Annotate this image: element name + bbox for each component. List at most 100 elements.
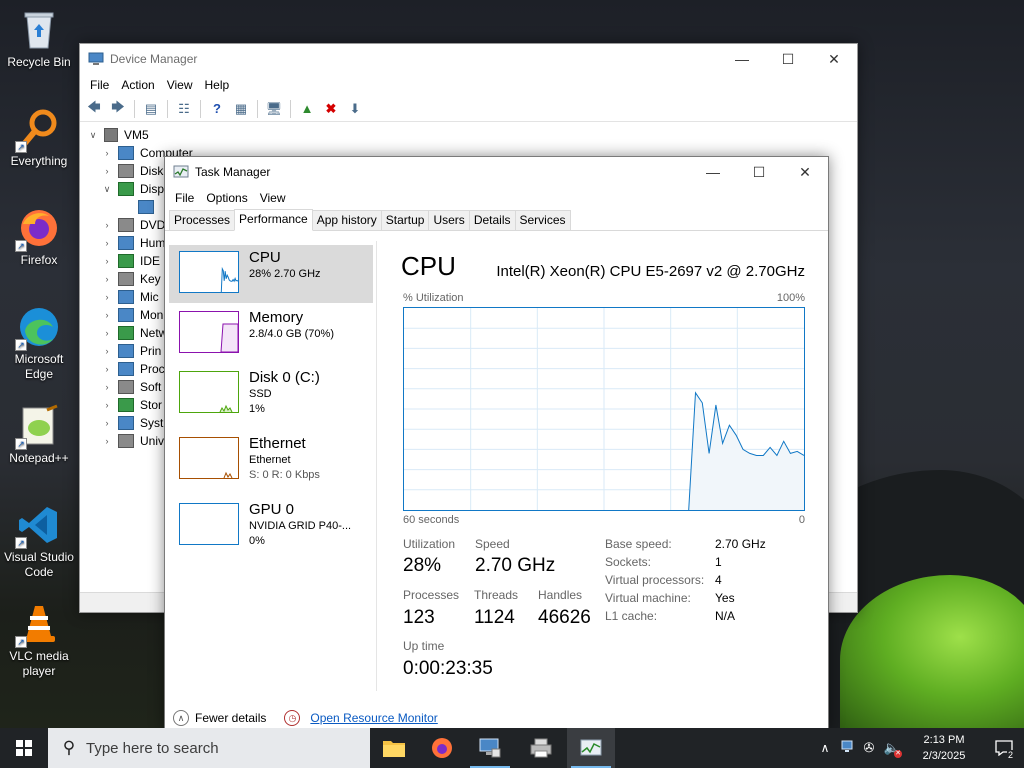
back-arrow-icon[interactable]: 🡄 bbox=[84, 99, 104, 119]
chevron-right-icon[interactable]: › bbox=[100, 310, 114, 320]
taskbar-device-manager[interactable] bbox=[466, 728, 514, 768]
sidebar-item-ethernet[interactable]: Ethernet Ethernet S: 0 R: 0 Kbps bbox=[169, 431, 373, 489]
performance-sidebar: CPU 28% 2.70 GHz Memory 2.8/4.0 GB (70%)… bbox=[165, 241, 377, 691]
desktop-icon-everything[interactable]: ↗ Everything bbox=[0, 107, 78, 169]
title-bar[interactable]: Task Manager — ☐ ✕ bbox=[165, 157, 828, 187]
sidebar-item-memory[interactable]: Memory 2.8/4.0 GB (70%) bbox=[169, 305, 373, 363]
maximize-button[interactable]: ☐ bbox=[765, 44, 811, 74]
desktop-icon-vscode[interactable]: ↗ Visual Studio Code bbox=[0, 503, 78, 580]
chevron-right-icon[interactable]: › bbox=[100, 328, 114, 338]
tab-services[interactable]: Services bbox=[514, 210, 571, 230]
tab-app-history[interactable]: App history bbox=[311, 210, 382, 230]
chevron-right-icon[interactable]: › bbox=[100, 166, 114, 176]
spec-key: Virtual processors: bbox=[605, 573, 705, 587]
tab-users[interactable]: Users bbox=[428, 210, 470, 230]
start-button[interactable] bbox=[0, 728, 48, 768]
chevron-right-icon[interactable]: › bbox=[100, 238, 114, 248]
chevron-right-icon[interactable]: › bbox=[100, 292, 114, 302]
chevron-down-icon[interactable]: ∨ bbox=[86, 130, 100, 141]
chevron-right-icon[interactable]: › bbox=[100, 436, 114, 446]
menu-options[interactable]: Options bbox=[200, 191, 253, 205]
taskbar-task-manager[interactable] bbox=[567, 728, 615, 768]
chevron-up-icon[interactable]: ∧ bbox=[173, 710, 189, 726]
taskbar-firefox[interactable] bbox=[418, 728, 466, 768]
everything-icon: ↗ bbox=[15, 107, 61, 153]
vlc-icon: ↗ bbox=[15, 602, 61, 648]
toolbar: 🡄 🡆 ▤ ☷ ? ▦ 🖥 ▲ ✖ ⬇ bbox=[80, 96, 857, 122]
toolbar-separator bbox=[290, 99, 291, 118]
desktop-icon-edge[interactable]: ↗ Microsoft Edge bbox=[0, 305, 78, 382]
taskbar-file-explorer[interactable] bbox=[370, 728, 418, 768]
sidebar-item-gpu[interactable]: GPU 0 NVIDIA GRID P40-... 0% bbox=[169, 497, 373, 555]
forward-arrow-icon[interactable]: 🡆 bbox=[108, 99, 128, 119]
desktop-icon-firefox[interactable]: ↗ Firefox bbox=[0, 206, 78, 268]
minimize-button[interactable]: — bbox=[719, 44, 765, 74]
chevron-right-icon[interactable]: › bbox=[100, 220, 114, 230]
device-category-icon bbox=[118, 362, 134, 376]
tree-item-label: DVD bbox=[140, 218, 166, 232]
close-button[interactable]: ✕ bbox=[811, 44, 857, 74]
menu-help[interactable]: Help bbox=[199, 78, 236, 92]
list-icon[interactable]: ☷ bbox=[174, 99, 194, 119]
help-icon[interactable]: ? bbox=[207, 99, 227, 119]
tab-startup[interactable]: Startup bbox=[380, 210, 430, 230]
search-icon: ⚲ bbox=[62, 738, 76, 757]
task-manager-window[interactable]: Task Manager — ☐ ✕ File Options View Pro… bbox=[164, 156, 829, 730]
update-driver-icon[interactable]: ▲ bbox=[297, 99, 317, 119]
taskbar-clock[interactable]: 2:13 PM 2/3/2025 bbox=[904, 732, 984, 764]
chevron-right-icon[interactable]: › bbox=[100, 256, 114, 266]
maximize-button[interactable]: ☐ bbox=[736, 157, 782, 187]
close-button[interactable]: ✕ bbox=[782, 157, 828, 187]
toolbar-separator bbox=[257, 99, 258, 118]
cpu-thumbnail-graph bbox=[179, 251, 239, 293]
chevron-right-icon[interactable]: › bbox=[100, 274, 114, 284]
fewer-details-button[interactable]: Fewer details bbox=[195, 711, 266, 725]
device-category-icon bbox=[118, 146, 134, 160]
chevron-right-icon[interactable]: › bbox=[100, 148, 114, 158]
desktop-icon-vlc[interactable]: ↗ VLC media player bbox=[0, 602, 78, 679]
chevron-right-icon[interactable]: › bbox=[100, 346, 114, 356]
tab-details[interactable]: Details bbox=[468, 210, 516, 230]
menu-file[interactable]: File bbox=[84, 78, 115, 92]
memory-thumbnail-graph bbox=[179, 311, 239, 353]
taskbar-app[interactable] bbox=[517, 728, 565, 768]
disk-thumbnail-graph bbox=[179, 371, 239, 413]
desktop-icon-recycle-bin[interactable]: Recycle Bin bbox=[0, 8, 78, 70]
chevron-right-icon[interactable]: › bbox=[100, 364, 114, 374]
notification-center-button[interactable]: 2 bbox=[984, 728, 1024, 768]
sidebar-item-cpu[interactable]: CPU 28% 2.70 GHz bbox=[169, 245, 373, 303]
menu-view[interactable]: View bbox=[161, 78, 199, 92]
desktop-icon-notepadpp[interactable]: ↗ Notepad++ bbox=[0, 404, 78, 466]
chevron-right-icon[interactable]: › bbox=[100, 382, 114, 392]
device-category-icon bbox=[118, 344, 134, 358]
chevron-right-icon[interactable]: › bbox=[100, 418, 114, 428]
download-circle-icon[interactable]: ⬇ bbox=[345, 99, 365, 119]
chevron-right-icon[interactable]: › bbox=[100, 400, 114, 410]
network-icon[interactable] bbox=[836, 740, 858, 757]
tab-processes[interactable]: Processes bbox=[169, 210, 236, 230]
device-icon[interactable]: ✇ bbox=[858, 740, 880, 756]
uninstall-icon[interactable]: ✖ bbox=[321, 99, 341, 119]
menu-action[interactable]: Action bbox=[115, 78, 160, 92]
volume-muted-icon[interactable]: 🔈 ✕ bbox=[880, 740, 904, 758]
scan-hardware-icon[interactable]: 🖥 bbox=[264, 99, 284, 119]
sidebar-item-disk[interactable]: Disk 0 (C:) SSD 1% bbox=[169, 365, 373, 423]
properties-icon[interactable]: ▤ bbox=[141, 99, 161, 119]
cpu-model-name: Intel(R) Xeon(R) CPU E5-2697 v2 @ 2.70GH… bbox=[496, 263, 805, 280]
tree-item-label: Prin bbox=[140, 344, 162, 358]
firefox-icon bbox=[432, 738, 452, 758]
chevron-up-icon[interactable]: ∧ bbox=[814, 741, 836, 755]
taskbar-search-box[interactable]: ⚲ Type here to search bbox=[48, 728, 370, 768]
open-resource-monitor-link[interactable]: Open Resource Monitor bbox=[310, 711, 437, 725]
menu-view[interactable]: View bbox=[254, 191, 292, 205]
chevron-down-icon[interactable]: ∨ bbox=[100, 184, 114, 195]
tree-root[interactable]: ∨ VM5 bbox=[86, 126, 857, 144]
title-bar[interactable]: Device Manager — ☐ ✕ bbox=[80, 44, 857, 74]
sidebar-item-detail: 2.8/4.0 GB (70%) bbox=[249, 328, 334, 340]
graph-y-label: % Utilization bbox=[403, 292, 464, 304]
clock-time: 2:13 PM bbox=[923, 734, 965, 746]
tab-performance[interactable]: Performance bbox=[234, 209, 313, 231]
minimize-button[interactable]: — bbox=[690, 157, 736, 187]
menu-file[interactable]: File bbox=[169, 191, 200, 205]
view-icon[interactable]: ▦ bbox=[231, 99, 251, 119]
